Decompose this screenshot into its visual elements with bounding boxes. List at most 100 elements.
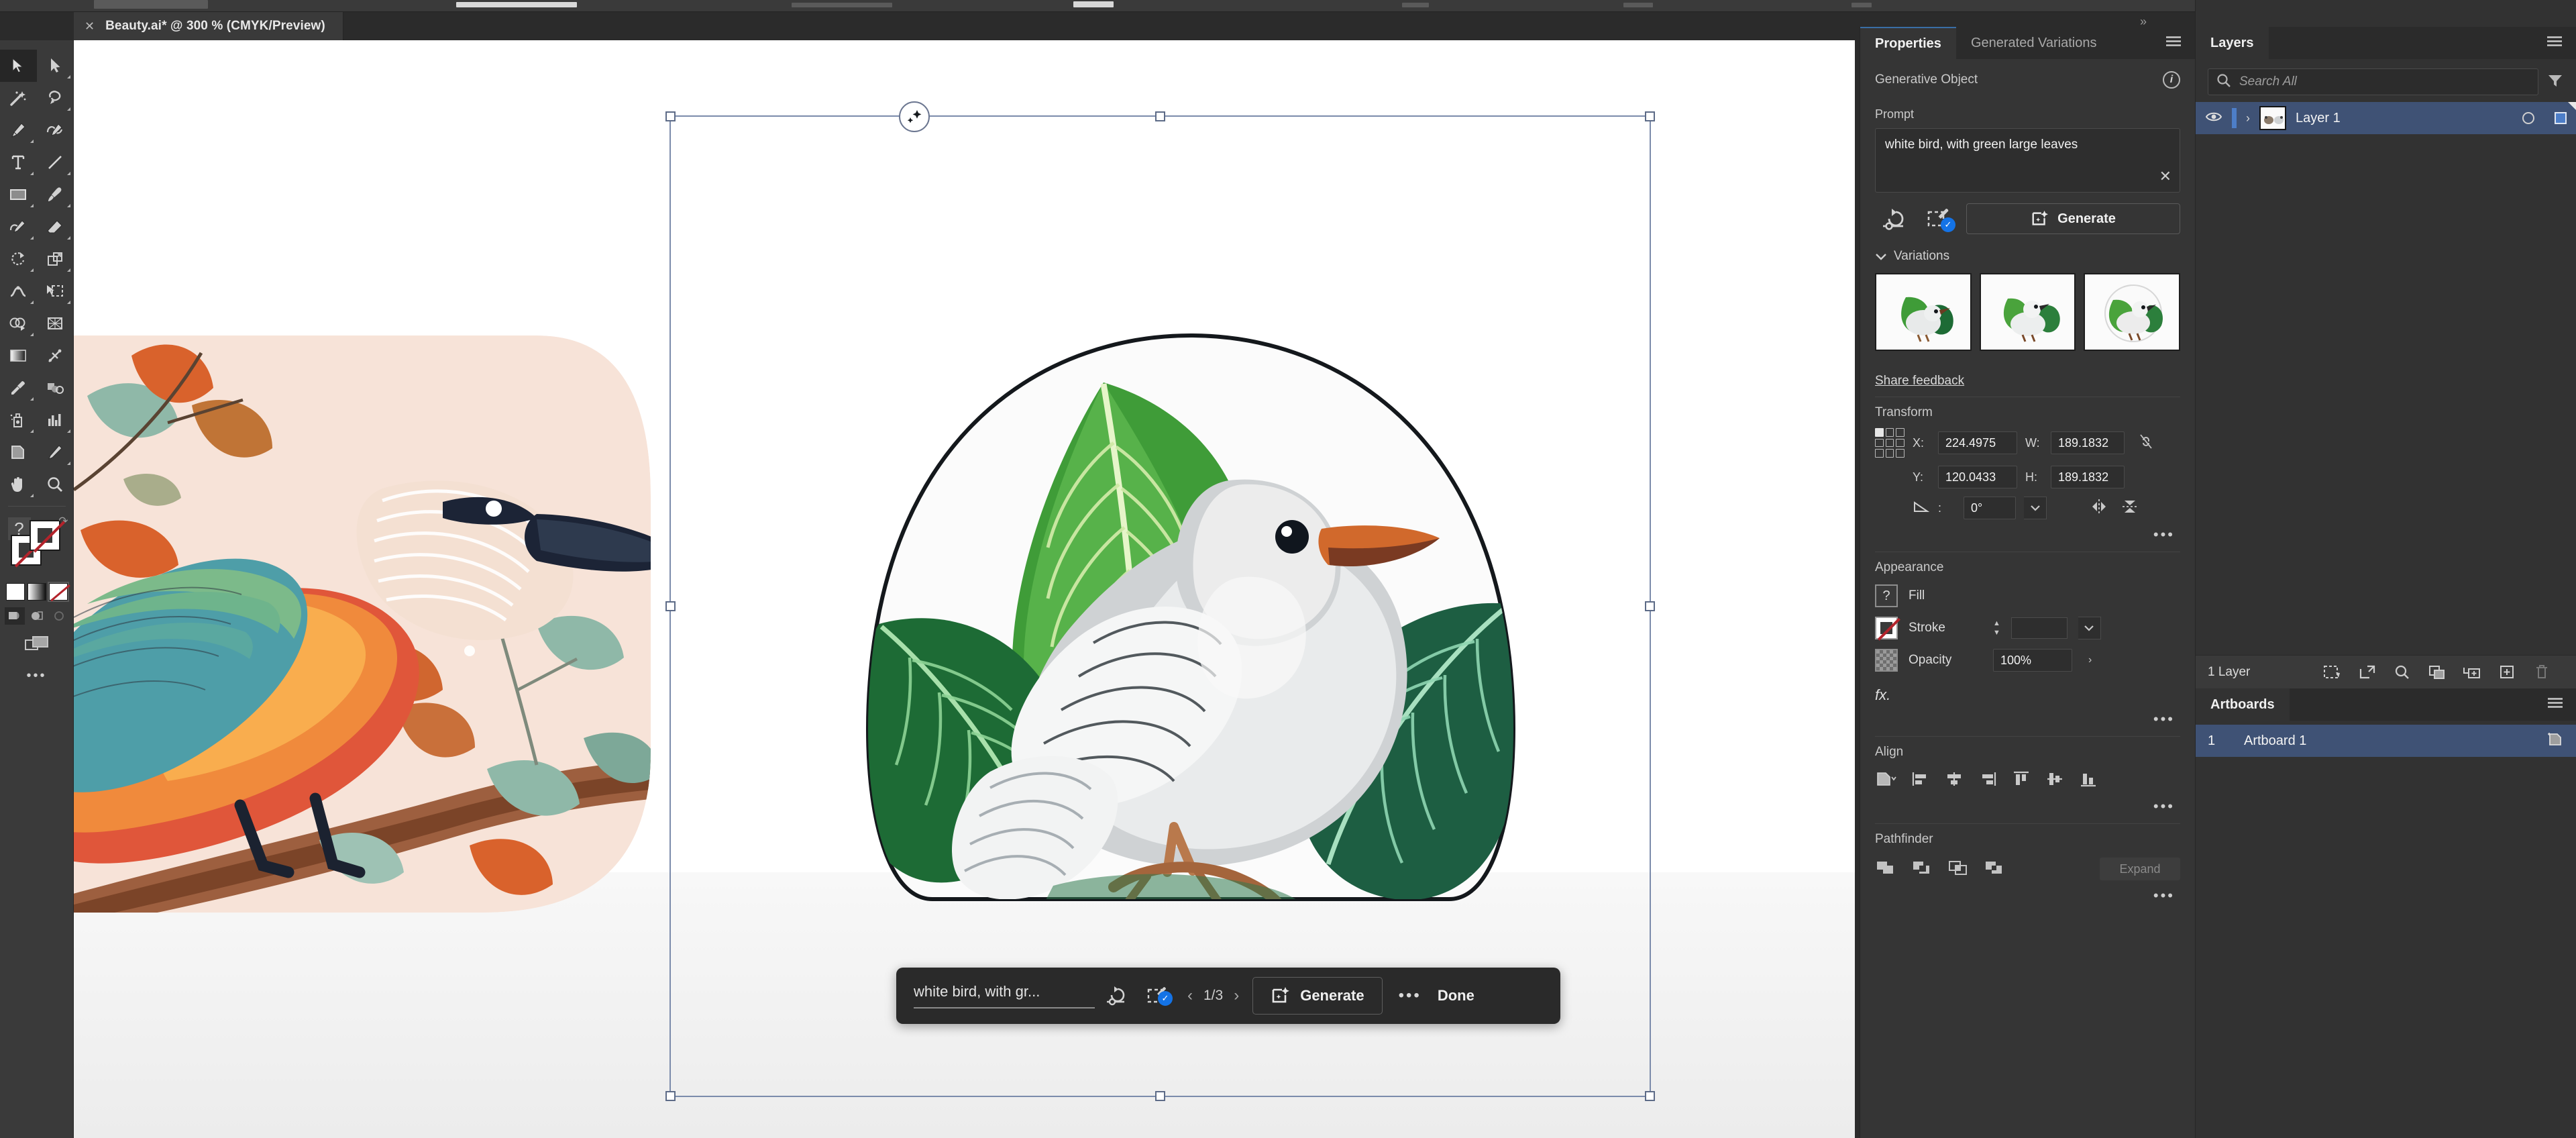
direct-selection-tool[interactable] [37, 50, 74, 82]
draw-inside-button[interactable] [49, 607, 69, 625]
selection-handle-bottom-left[interactable] [665, 1091, 676, 1101]
eyedropper-tool[interactable] [0, 372, 37, 404]
tab-properties[interactable]: Properties [1860, 27, 1956, 59]
artwork-colorful-bird[interactable] [74, 335, 651, 913]
scale-tool[interactable] [37, 243, 74, 275]
toolbar-more-button[interactable]: ••• [26, 668, 46, 684]
exclude-icon[interactable] [1984, 858, 2005, 880]
align-to-selection-icon[interactable] [1875, 770, 1896, 791]
align-bottom-icon[interactable] [2079, 770, 2098, 791]
selection-handle-middle-right[interactable] [1645, 601, 1655, 611]
gradient-mode-button[interactable] [27, 583, 46, 601]
shape-builder-tool[interactable] [0, 307, 37, 340]
eye-icon[interactable] [2205, 111, 2222, 126]
generate-button[interactable]: Generate [1966, 203, 2180, 234]
rectangle-tool[interactable] [0, 178, 37, 211]
stroke-dropdown-icon[interactable] [2078, 617, 2101, 639]
layer-row-layer-1[interactable]: › Layer 1 [2196, 102, 2576, 134]
selection-handle-bottom-center[interactable] [1155, 1091, 1165, 1101]
align-vertical-center-icon[interactable] [2045, 770, 2064, 791]
align-top-icon[interactable] [2012, 770, 2031, 791]
generative-floating-toolbar[interactable]: white bird, with gr... ✓ ‹ 1/3 › Generat… [896, 968, 1560, 1024]
h-field[interactable]: 189.1832 [2051, 466, 2125, 488]
opacity-expand-icon[interactable]: › [2088, 654, 2092, 666]
find-layer-icon[interactable] [2385, 664, 2420, 681]
rotate-tool[interactable] [0, 243, 37, 275]
type-tool[interactable] [0, 146, 37, 178]
delete-selection-icon[interactable] [2524, 664, 2559, 681]
x-field[interactable]: 224.4975 [1938, 431, 2017, 454]
selection-handle-top-left[interactable] [665, 111, 676, 121]
tab-artboards[interactable]: Artboards [2196, 688, 2290, 721]
clear-prompt-icon[interactable]: ✕ [2159, 168, 2171, 185]
color-mode-button[interactable] [5, 583, 25, 601]
unite-icon[interactable] [1875, 858, 1896, 880]
zoom-tool[interactable] [37, 468, 74, 501]
selection-handle-middle-left[interactable] [665, 601, 676, 611]
fill-swatch[interactable]: ? [1875, 584, 1898, 607]
align-horizontal-center-icon[interactable] [1945, 770, 1964, 791]
done-button[interactable]: Done [1438, 987, 1474, 1004]
artboards-panel-menu-icon[interactable] [2546, 696, 2565, 713]
reference-point-selector[interactable] [1875, 428, 1904, 458]
paintbrush-tool[interactable] [37, 178, 74, 211]
minus-front-icon[interactable] [1911, 858, 1933, 880]
opacity-field[interactable]: 100% [1993, 649, 2072, 672]
layer-name[interactable]: Layer 1 [2296, 111, 2513, 126]
locate-object-icon[interactable] [2315, 664, 2350, 681]
match-color-scheme-icon[interactable]: ✓ [1921, 204, 1957, 234]
canvas-area[interactable]: white bird, with gr... ✓ ‹ 1/3 › Generat… [74, 40, 1855, 1138]
perspective-grid-tool[interactable] [37, 307, 74, 340]
curvature-tool[interactable] [37, 114, 74, 146]
generative-settings-icon[interactable] [1095, 984, 1136, 1007]
column-graph-tool[interactable] [37, 404, 74, 436]
filter-icon[interactable] [2546, 72, 2564, 92]
gradient-tool[interactable] [0, 340, 37, 372]
align-right-icon[interactable] [1978, 770, 1997, 791]
stroke-weight-stepper[interactable]: ▲ ▼ [1993, 619, 2000, 637]
selection-handle-top-right[interactable] [1645, 111, 1655, 121]
lasso-tool[interactable] [37, 82, 74, 114]
variations-header[interactable]: Variations [1875, 249, 2180, 264]
shaper-tool[interactable] [0, 211, 37, 243]
draw-behind-button[interactable] [27, 607, 47, 625]
document-tab[interactable]: ✕ Beauty.ai* @ 300 % (CMYK/Preview) [74, 12, 343, 40]
variation-thumbnail-3[interactable] [2084, 273, 2181, 351]
blend-tool[interactable] [37, 372, 74, 404]
transform-more-button[interactable]: ••• [1875, 519, 2180, 544]
screen-mode-button[interactable] [24, 634, 50, 658]
layers-panel-menu-icon[interactable] [2545, 35, 2564, 52]
artboard-tool[interactable] [0, 436, 37, 468]
create-sublayer-icon[interactable] [2455, 664, 2489, 681]
prompt-input[interactable]: white bird, with green large leaves ✕ [1875, 128, 2180, 193]
generative-color-pick-icon[interactable]: ✓ [1136, 984, 1178, 1007]
appearance-more-button[interactable]: ••• [1875, 704, 2180, 728]
expand-button[interactable]: Expand [2100, 858, 2180, 880]
stroke-swatch[interactable] [1875, 617, 1900, 641]
intersect-icon[interactable] [1947, 858, 1969, 880]
none-mode-button[interactable] [47, 582, 69, 602]
info-icon[interactable]: i [2163, 71, 2180, 89]
layers-search-input[interactable]: Search All [2208, 68, 2538, 95]
generative-object-badge-icon[interactable] [898, 101, 930, 132]
collect-in-new-layer-icon[interactable] [2420, 664, 2455, 681]
align-left-icon[interactable] [1911, 770, 1930, 791]
magic-wand-tool[interactable] [0, 82, 37, 114]
pathfinder-more-button[interactable]: ••• [1875, 880, 2180, 904]
stroke-weight-field[interactable] [2010, 617, 2068, 639]
selection-tool[interactable] [0, 50, 37, 82]
release-to-layers-icon[interactable] [2350, 664, 2385, 681]
layer-selection-indicator[interactable] [2555, 112, 2567, 124]
y-field[interactable]: 120.0433 [1938, 466, 2017, 488]
w-field[interactable]: 189.1832 [2051, 431, 2125, 454]
selection-bounding-box[interactable] [665, 101, 1655, 1101]
share-feedback-link[interactable]: Share feedback [1875, 374, 1964, 389]
eraser-tool[interactable] [37, 211, 74, 243]
close-icon[interactable]: ✕ [85, 20, 95, 32]
lock-aspect-ratio-icon[interactable] [2138, 432, 2154, 454]
generative-settings-icon[interactable] [1875, 204, 1911, 234]
disclosure-triangle-icon[interactable]: › [2246, 111, 2250, 125]
stepper-down-icon[interactable]: ▼ [1993, 629, 2000, 637]
width-tool[interactable] [0, 275, 37, 307]
symbol-sprayer-tool[interactable] [0, 404, 37, 436]
